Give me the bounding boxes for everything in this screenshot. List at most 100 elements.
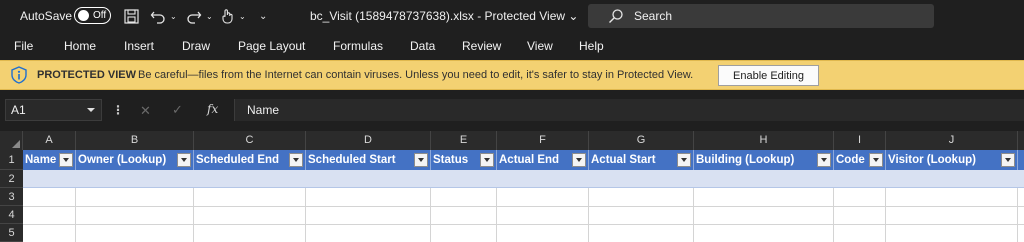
search-placeholder: Search xyxy=(634,9,673,23)
column-header-e[interactable]: E xyxy=(431,131,497,150)
header-label: Actual Start xyxy=(591,154,656,166)
formula-bar: A1 ⋮ ✕ ✓ fx Name xyxy=(0,91,1024,131)
name-box[interactable]: A1 xyxy=(5,99,102,121)
filter-dropdown-icon[interactable] xyxy=(677,153,691,167)
insert-function-icon[interactable]: fx xyxy=(207,102,218,116)
chevron-down-icon[interactable] xyxy=(87,108,95,112)
column-header-h[interactable]: H xyxy=(694,131,834,150)
menu-data[interactable]: Data xyxy=(410,39,435,53)
table-row[interactable] xyxy=(23,170,1024,188)
filter-dropdown-icon[interactable] xyxy=(177,153,191,167)
search-box[interactable]: Search xyxy=(588,4,934,28)
column-header-k[interactable] xyxy=(1018,131,1024,150)
undo-icon[interactable] xyxy=(150,7,166,25)
filter-dropdown-icon[interactable] xyxy=(59,153,73,167)
spreadsheet-grid[interactable]: A B C D E F G H I J 1 2 3 4 5 Name Owner… xyxy=(0,131,1024,242)
column-header-i[interactable]: I xyxy=(834,131,886,150)
grid-line xyxy=(305,188,306,242)
grid-line xyxy=(23,224,1024,225)
autosave-state: Off xyxy=(93,10,107,21)
header-label: Actual End xyxy=(499,154,560,166)
column-header-a[interactable]: A xyxy=(23,131,76,150)
column-header-b[interactable]: B xyxy=(76,131,194,150)
row-header-1[interactable]: 1 xyxy=(0,150,23,170)
corner-triangle-icon xyxy=(12,140,20,148)
column-header-d[interactable]: D xyxy=(306,131,431,150)
table-header-cell[interactable]: Building (Lookup) xyxy=(694,150,834,170)
table-header-cell[interactable]: Scheduled End xyxy=(194,150,306,170)
select-all-button[interactable] xyxy=(0,131,23,150)
table-header-cell[interactable] xyxy=(1018,150,1024,170)
redo-icon[interactable] xyxy=(186,7,202,25)
grid-line xyxy=(23,206,1024,207)
table-header-cell[interactable]: Status xyxy=(431,150,497,170)
table-header-cell[interactable]: Actual Start xyxy=(589,150,694,170)
filter-dropdown-icon[interactable] xyxy=(289,153,303,167)
filter-dropdown-icon[interactable] xyxy=(1001,153,1015,167)
column-header-c[interactable]: C xyxy=(194,131,306,150)
column-header-j[interactable]: J xyxy=(886,131,1018,150)
grid-line xyxy=(885,188,886,242)
name-box-value: A1 xyxy=(11,103,26,117)
menu-bar: File Home Insert Draw Page Layout Formul… xyxy=(0,32,1024,60)
filter-dropdown-icon[interactable] xyxy=(572,153,586,167)
grid-line xyxy=(1017,188,1018,242)
header-label: Name xyxy=(25,154,57,166)
customize-toolbar-icon[interactable]: ⌄ xyxy=(259,7,267,25)
table-header-cell[interactable]: Scheduled Start xyxy=(306,150,431,170)
filter-dropdown-icon[interactable] xyxy=(414,153,428,167)
table-header-cell[interactable]: Visitor (Lookup) xyxy=(886,150,1018,170)
menu-review[interactable]: Review xyxy=(462,39,501,53)
grid-line xyxy=(430,188,431,242)
menu-home[interactable]: Home xyxy=(64,39,96,53)
row-header-3[interactable]: 3 xyxy=(0,188,23,206)
header-label: Building (Lookup) xyxy=(696,154,795,166)
column-header-f[interactable]: F xyxy=(497,131,589,150)
filter-dropdown-icon[interactable] xyxy=(480,153,494,167)
redo-dropdown-icon[interactable]: ⌄ xyxy=(206,7,213,25)
table-header-cell[interactable]: Name xyxy=(23,150,76,170)
row-header-4[interactable]: 4 xyxy=(0,206,23,224)
toggle-knob xyxy=(78,10,89,21)
more-options-icon[interactable]: ⋮ xyxy=(112,103,124,117)
table-header-cell[interactable]: Owner (Lookup) xyxy=(76,150,194,170)
touch-dropdown-icon[interactable]: ⌄ xyxy=(239,7,246,25)
menu-insert[interactable]: Insert xyxy=(124,39,154,53)
filter-dropdown-icon[interactable] xyxy=(817,153,831,167)
cancel-icon[interactable]: ✕ xyxy=(140,103,151,119)
save-icon[interactable] xyxy=(124,7,139,25)
menu-view[interactable]: View xyxy=(527,39,553,53)
row-header-2[interactable]: 2 xyxy=(0,170,23,188)
header-label: Code xyxy=(836,154,865,166)
grid-line xyxy=(833,188,834,242)
formula-input[interactable]: Name xyxy=(234,99,1024,121)
grid-line xyxy=(193,188,194,242)
enter-icon[interactable]: ✓ xyxy=(172,102,183,118)
menu-formulas[interactable]: Formulas xyxy=(333,39,383,53)
row-header-5[interactable]: 5 xyxy=(0,224,23,242)
menu-draw[interactable]: Draw xyxy=(182,39,210,53)
enable-editing-button[interactable]: Enable Editing xyxy=(718,65,819,86)
header-label: Scheduled End xyxy=(196,154,280,166)
grid-line xyxy=(496,188,497,242)
document-title[interactable]: bc_Visit (1589478737638).xlsx - Protecte… xyxy=(310,9,578,23)
protected-view-message: Be careful—files from the Internet can c… xyxy=(138,69,694,81)
title-bar: AutoSave Off ⌄ ⌄ ⌄ ⌄ bc_Visit (158947873… xyxy=(0,0,1024,32)
table-header-cell[interactable]: Actual End xyxy=(497,150,589,170)
column-header-g[interactable]: G xyxy=(589,131,694,150)
header-label: Status xyxy=(433,154,469,166)
menu-help[interactable]: Help xyxy=(579,39,604,53)
search-icon xyxy=(609,9,623,23)
menu-file[interactable]: File xyxy=(14,39,33,53)
protected-view-bar: PROTECTED VIEW Be careful—files from the… xyxy=(0,60,1024,90)
touch-mode-icon[interactable] xyxy=(220,7,234,25)
header-label: Scheduled Start xyxy=(308,154,396,166)
grid-line xyxy=(693,188,694,242)
grid-line xyxy=(588,188,589,242)
menu-page-layout[interactable]: Page Layout xyxy=(238,39,305,53)
autosave-label: AutoSave xyxy=(20,9,73,23)
autosave-toggle[interactable]: Off xyxy=(74,7,111,24)
table-header-cell[interactable]: Code xyxy=(834,150,886,170)
undo-dropdown-icon[interactable]: ⌄ xyxy=(170,7,177,25)
filter-dropdown-icon[interactable] xyxy=(869,153,883,167)
